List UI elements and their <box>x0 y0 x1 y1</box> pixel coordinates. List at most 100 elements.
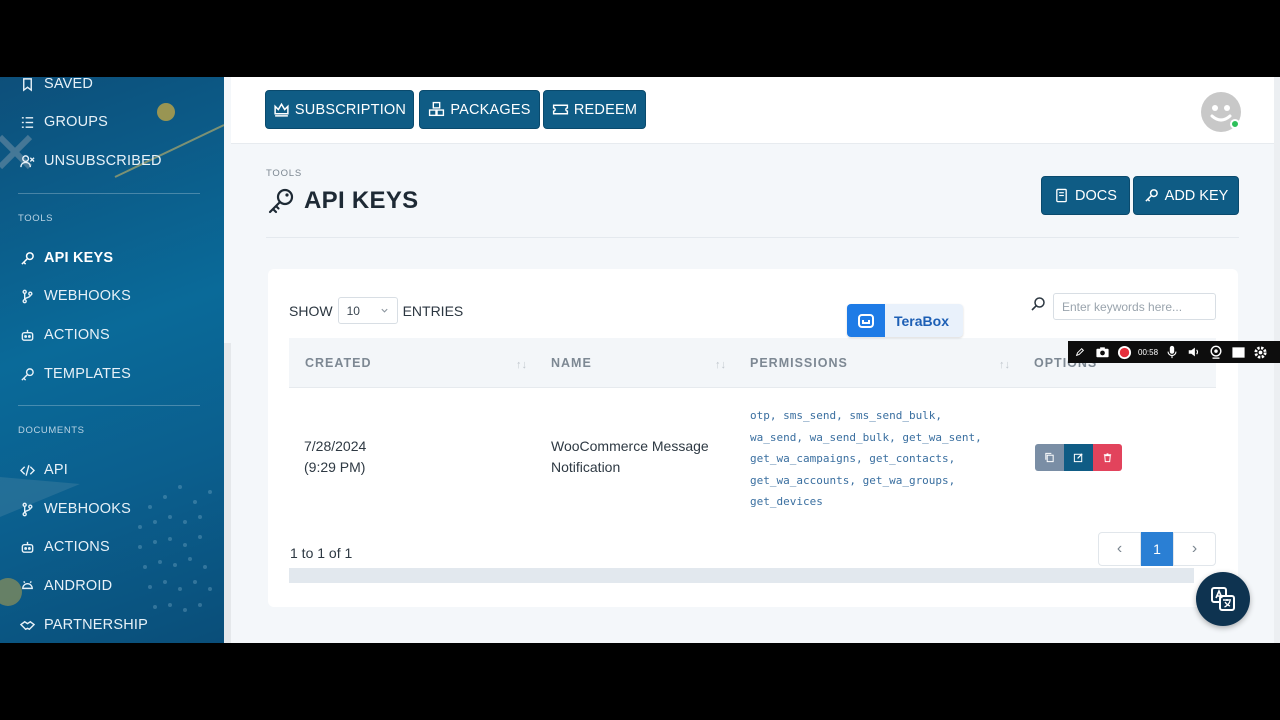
sidebar-item-webhooks-docs[interactable]: WEBHOOKS <box>0 494 224 524</box>
key-icon <box>18 365 36 383</box>
speaker-icon[interactable] <box>1186 344 1202 360</box>
sidebar-scrollbar[interactable] <box>224 343 231 643</box>
name-cell: WooCommerce Message Notification <box>551 436 709 478</box>
permission-line: get_devices <box>750 495 823 508</box>
sidebar-section-documents: DOCUMENTS <box>18 425 85 436</box>
sidebar-item-android[interactable]: ANDROID <box>0 571 224 601</box>
entries-control: SHOW 10 ENTRIES <box>289 297 463 324</box>
sidebar-item-api-docs[interactable]: API <box>0 455 224 485</box>
permissions-cell: otp, sms_send, sms_send_bulk, wa_send, w… <box>750 405 1010 513</box>
edit-button[interactable] <box>1064 444 1093 471</box>
key-name-line2: Notification <box>551 459 621 475</box>
sidebar-item-templates[interactable]: TEMPLATES <box>0 359 224 389</box>
entries-select[interactable]: 10 <box>337 297 398 324</box>
entries-value: 10 <box>346 303 360 318</box>
add-key-button[interactable]: ADD KEY <box>1133 176 1239 215</box>
subscription-label: SUBSCRIPTION <box>294 101 407 118</box>
breadcrumb: TOOLS <box>266 168 303 179</box>
bookmark-icon <box>18 77 36 93</box>
window-icon[interactable] <box>1230 344 1246 360</box>
sidebar-item-label: WEBHOOKS <box>44 288 131 304</box>
header-divider <box>266 237 1239 238</box>
top-bar: SUBSCRIPTION PACKAGES REDEEM <box>231 77 1280 144</box>
sort-icon[interactable]: ↑↓ <box>999 359 1010 371</box>
sidebar-item-saved[interactable]: SAVED <box>0 77 224 99</box>
key-icon <box>268 188 294 214</box>
pagination-next[interactable]: › <box>1173 532 1216 566</box>
sort-icon[interactable]: ↑↓ <box>516 359 527 371</box>
webcam-icon[interactable] <box>1208 344 1224 360</box>
permission-line: get_wa_accounts, get_wa_groups, <box>750 473 956 487</box>
sidebar-item-partnership[interactable]: PARTNERSHIP <box>0 610 224 640</box>
pagination-page[interactable]: 1 <box>1141 532 1173 566</box>
docs-button[interactable]: DOCS <box>1041 176 1130 215</box>
gear-icon[interactable] <box>1252 344 1268 360</box>
sidebar-item-label: ANDROID <box>44 578 113 594</box>
packages-button[interactable]: PACKAGES <box>419 90 540 129</box>
android-icon <box>18 577 36 595</box>
sidebar-item-api-keys[interactable]: API KEYS <box>0 243 224 273</box>
packages-label: PACKAGES <box>450 101 531 118</box>
edit-icon <box>1073 453 1083 463</box>
code-icon <box>18 461 36 479</box>
copy-button[interactable] <box>1035 444 1064 471</box>
entries-label: ENTRIES <box>402 302 464 319</box>
list-icon <box>18 113 36 131</box>
sidebar-item-label: PARTNERSHIP <box>44 617 148 633</box>
sidebar-item-actions[interactable]: ACTIONS <box>0 320 224 350</box>
sidebar-divider <box>18 193 200 194</box>
subscription-button[interactable]: SUBSCRIPTION <box>265 90 414 129</box>
sidebar-item-label: GROUPS <box>44 114 109 130</box>
microphone-icon[interactable] <box>1164 344 1180 360</box>
sidebar-item-unsubscribed[interactable]: UNSUBSCRIBED <box>0 146 224 176</box>
sidebar-item-label: TEMPLATES <box>44 366 131 382</box>
show-label: SHOW <box>289 302 333 319</box>
translate-icon <box>1211 587 1235 611</box>
sidebar-item-label: ACTIONS <box>44 327 110 343</box>
redeem-label: REDEEM <box>573 101 638 118</box>
table-horizontal-scrollbar[interactable] <box>289 568 1194 583</box>
search-input[interactable] <box>1053 293 1216 320</box>
robot-icon <box>18 326 36 344</box>
sidebar-item-label: API <box>44 462 68 478</box>
key-name-line1: WooCommerce Message <box>551 438 709 454</box>
pagination-prev[interactable]: ‹ <box>1098 532 1141 566</box>
key-icon <box>18 249 36 267</box>
terabox-widget[interactable]: TeraBox <box>847 304 963 337</box>
table-info: 1 to 1 of 1 <box>290 545 353 561</box>
add-key-label: ADD KEY <box>1164 187 1229 204</box>
permission-line: otp, sms_send, sms_send_bulk, <box>750 409 943 422</box>
sort-icon[interactable]: ↑↓ <box>715 359 726 371</box>
page-title: API KEYS <box>266 185 418 217</box>
redeem-button[interactable]: REDEEM <box>543 90 646 129</box>
online-status-dot <box>1230 119 1240 129</box>
camera-icon[interactable] <box>1094 344 1110 360</box>
delete-button[interactable] <box>1093 444 1122 471</box>
created-time: (9:29 PM) <box>304 459 366 475</box>
created-cell: 7/28/2024 (9:29 PM) <box>304 436 366 478</box>
key-icon <box>1145 189 1158 202</box>
translate-button[interactable] <box>1196 572 1250 626</box>
handshake-icon <box>18 616 36 634</box>
sidebar-section-tools: TOOLS <box>18 213 54 224</box>
branch-icon <box>18 500 36 518</box>
column-header-created[interactable]: CREATED <box>305 356 372 370</box>
search-icon <box>1031 297 1045 311</box>
created-date: 7/28/2024 <box>304 438 367 454</box>
edit-icon[interactable] <box>1072 344 1088 360</box>
sidebar-item-webhooks[interactable]: WEBHOOKS <box>0 281 224 311</box>
chevron-down-icon <box>380 308 388 313</box>
record-icon[interactable] <box>1116 344 1132 360</box>
sidebar-item-groups[interactable]: GROUPS <box>0 107 224 137</box>
docs-label: DOCS <box>1075 187 1117 204</box>
page-title-text: API KEYS <box>304 187 419 214</box>
column-header-name[interactable]: NAME <box>551 356 592 370</box>
column-header-permissions[interactable]: PERMISSIONS <box>750 356 848 370</box>
copy-icon <box>1045 452 1054 463</box>
screen-recorder-toolbar: 00:58 <box>1068 341 1280 363</box>
trash-icon <box>1103 453 1112 463</box>
document-icon <box>1056 188 1067 203</box>
sidebar-item-label: API KEYS <box>44 250 114 266</box>
sidebar-item-actions-docs[interactable]: ACTIONS <box>0 532 224 562</box>
permission-line: wa_send, wa_send_bulk, get_wa_sent, <box>750 430 982 444</box>
